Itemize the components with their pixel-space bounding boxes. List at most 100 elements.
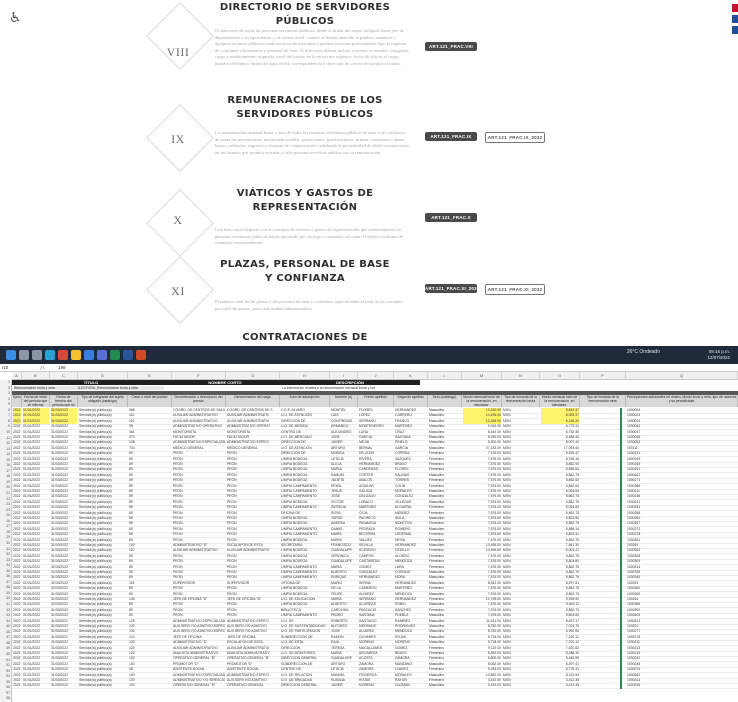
title-label: TÍTULO: [12, 380, 170, 385]
short-name-value: A121Fr09A_Remuneración bruta y neta: [78, 386, 138, 390]
column-header[interactable]: H: [280, 372, 330, 380]
column-title: Sexo (catálogo): [428, 395, 462, 407]
table-cell[interactable]: OPERATIVO GENERAL: [227, 683, 279, 688]
table-cell[interactable]: OPERATIVO GENERAL "B": [173, 683, 225, 688]
weather-indicator[interactable]: 26°C Ondeado: [627, 349, 660, 355]
column-header[interactable]: O: [540, 372, 580, 380]
section-numeral: VIII: [166, 45, 190, 59]
section-numeral: XI: [171, 284, 185, 298]
section-contrataciones: CONTRATACIONES DE SERVICIOS: [0, 330, 738, 346]
section-description: Una lista con el importe con el concepto…: [215, 227, 403, 246]
table-cell[interactable]: JAVIER: [331, 683, 357, 688]
description-label: DESCRIPCIÓN: [280, 380, 420, 385]
excel-spreadsheet: I10 ƒx 198 A B C D E F G H I J K L M N O P Q TÍTULO NOMBRE…: [0, 364, 738, 702]
column-title: Tipo de moneda de la remuneración bruta: [502, 395, 540, 407]
excel-icon[interactable]: [110, 350, 120, 360]
table-cell[interactable]: 01/01/2022: [23, 683, 49, 688]
name-box[interactable]: I10: [2, 364, 30, 371]
table-cell[interactable]: MORENO: [359, 683, 393, 688]
article-fraction-button[interactable]: ART.121_FRAC.IX_2022: [485, 132, 545, 143]
column-title: Fecha de inicio del periodo que se infor…: [22, 395, 50, 407]
column-header[interactable]: P: [580, 372, 626, 380]
column-header[interactable]: B: [22, 372, 50, 380]
mail-icon[interactable]: [84, 350, 94, 360]
description-value: La información relativa a la remuneració…: [282, 386, 375, 390]
short-name-label: NOMBRE CORTO: [170, 380, 280, 385]
section-ix: IX REMUNERACIONES DE LOS SERVIDORES PÚBLI…: [0, 92, 738, 172]
section-description: El directorio de todas las personas serv…: [215, 28, 410, 66]
store-icon[interactable]: [97, 350, 107, 360]
section-description: El número total de las plazas y del pers…: [215, 299, 404, 311]
table-cell[interactable]: 1000316: [627, 683, 737, 688]
section-numeral: IX: [171, 132, 185, 146]
article-fraction-button[interactable]: ART.121_FRAC.XI_2021: [425, 284, 477, 293]
section-description: La remuneración mensual bruta y neta de …: [215, 130, 410, 155]
column-header[interactable]: E: [128, 372, 172, 380]
formula-bar[interactable]: I10 ƒx 198: [0, 364, 738, 372]
section-viii: VIII DIRECTORIO DE SERVIDORES PÚBLICOS El …: [0, 0, 738, 90]
table-cell[interactable]: Masculino: [429, 683, 461, 688]
section-title: DIRECTORIO DE SERVIDORES PÚBLICOS: [219, 2, 391, 27]
transparency-portal-page: ♿ VIII DIRECTORIO DE SERVIDORES PÚBLICOS E…: [0, 0, 738, 346]
column-title: Tipo de moneda de la remuneración neta: [580, 395, 626, 407]
table-cell[interactable]: 31/03/2022: [51, 683, 77, 688]
table-cell[interactable]: 100: [129, 683, 171, 688]
column-header[interactable]: G: [226, 372, 280, 380]
table-cell[interactable]: DIRECCION GENERAL: [281, 683, 329, 688]
task-view-icon[interactable]: [32, 350, 42, 360]
table-cell[interactable]: 3,412.35: [541, 683, 579, 688]
column-header[interactable]: N: [502, 372, 540, 380]
column-header[interactable]: J: [358, 372, 394, 380]
column-title: Tipo de integrante del sujeto obligado (…: [78, 395, 128, 407]
section-title: REMUNERACIONES DE LOS SERVIDORES PÚBLICO…: [227, 95, 383, 120]
system-clock[interactable]: 09:16 p.m. 12/07/2022: [707, 349, 730, 361]
file-explorer-icon[interactable]: [71, 350, 81, 360]
column-header[interactable]: M: [462, 372, 502, 380]
section-title: CONTRATACIONES DE SERVICIOS: [242, 332, 368, 343]
windows-taskbar: 26°C Ondeado 09:16 p.m. 12/07/2022: [0, 346, 738, 364]
section-xi: XI PLAZAS, PERSONAL DE BASE Y CONFIANZA El…: [0, 256, 738, 324]
column-header[interactable]: F: [172, 372, 226, 380]
table-cell[interactable]: 3,432.00: [463, 683, 501, 688]
article-fraction-button[interactable]: ART.121_FRAC.XI_2022: [485, 284, 545, 295]
column-header[interactable]: A: [12, 372, 22, 380]
chrome-icon[interactable]: [58, 350, 68, 360]
column-title: Área de adscripción: [280, 395, 330, 407]
column-title: Monto mensual neto de la remuneración, e…: [540, 395, 580, 407]
search-icon[interactable]: [19, 350, 29, 360]
column-title: Nombre (s): [330, 395, 358, 407]
clock-date: 12/07/2022: [707, 355, 730, 360]
column-title: Fecha de término del periodo que se info…: [50, 395, 78, 407]
windows-start-icon[interactable]: [6, 350, 16, 360]
column-header[interactable]: C: [50, 372, 78, 380]
powerpoint-icon[interactable]: [136, 350, 146, 360]
column-title: Segundo apellido: [394, 395, 428, 407]
table-cell[interactable]: Servidor(a) público(a): [79, 683, 127, 688]
column-title: Denominación o descripción del puesto: [172, 395, 226, 407]
column-header[interactable]: L: [428, 372, 462, 380]
section-numeral: X: [173, 213, 183, 227]
column-header[interactable]: D: [78, 372, 128, 380]
function-icon[interactable]: ƒx: [40, 364, 45, 371]
column-title: Clave o nivel del puesto: [128, 395, 172, 407]
article-fraction-button[interactable]: ART.121_FRAC.VIII: [425, 42, 477, 51]
table-cell[interactable]: GUZMAN: [395, 683, 427, 688]
column-header[interactable]: Q: [626, 372, 738, 380]
column-header[interactable]: K: [394, 372, 428, 380]
article-fraction-button[interactable]: ART.121_FRAC.X: [425, 213, 477, 222]
column-header[interactable]: I: [330, 372, 358, 380]
table-cell[interactable]: 2022: [13, 683, 21, 688]
table-cell[interactable]: MXN: [620, 683, 622, 689]
edge-browser-icon[interactable]: [45, 350, 55, 360]
article-fraction-button[interactable]: ART.121_FRAC.IX: [425, 132, 477, 141]
column-title: Ejercicio: [12, 395, 22, 407]
section-title: VIÁTICOS Y GASTOS DE REPRESENTACIÓN: [236, 188, 374, 213]
section-x: X VIÁTICOS Y GASTOS DE REPRESENTACIÓN Una …: [0, 185, 738, 257]
column-title: Percepciones adicionales en dinero, Mont…: [626, 395, 738, 407]
formula-input[interactable]: 198: [58, 364, 66, 371]
word-icon[interactable]: [123, 350, 133, 360]
table-cell[interactable]: MXN: [503, 683, 539, 688]
column-title: Primer apellido: [358, 395, 394, 407]
section-title: PLAZAS, PERSONAL DE BASE Y CONFIANZA: [220, 259, 390, 284]
column-title: Monto mensual bruto de la remuneración, …: [462, 395, 502, 407]
